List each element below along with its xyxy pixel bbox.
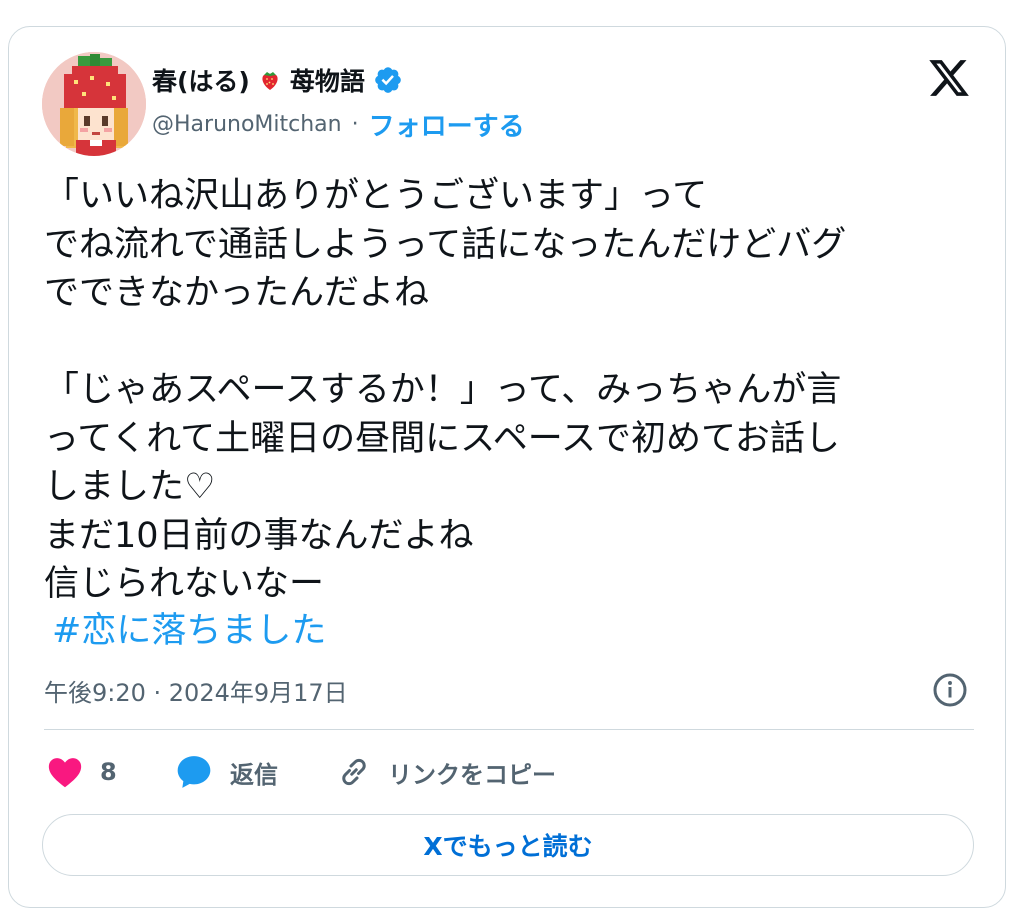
like-button[interactable]: 8 xyxy=(46,746,117,798)
copy-link-button[interactable]: リンクをコピー xyxy=(336,746,556,798)
avatar-pixel-art-icon xyxy=(42,52,146,156)
author-handle[interactable]: @HarunoMitchan xyxy=(152,112,342,137)
reply-bubble-icon xyxy=(177,756,211,788)
reply-label: 返信 xyxy=(230,760,278,789)
like-count: 8 xyxy=(100,758,117,786)
x-logo-icon[interactable] xyxy=(926,56,972,100)
tweet-timestamp[interactable]: 午後9:20 · 2024年9月17日 xyxy=(44,670,348,710)
tweet-text: 「いいね沢山ありがとうございます」って でね流れで通話しようって話になったんだけ… xyxy=(44,176,847,604)
author-name-row[interactable]: 春(はる) 苺物語 xyxy=(152,58,403,102)
info-icon[interactable] xyxy=(932,672,968,708)
follow-button[interactable]: フォローする xyxy=(369,106,525,143)
avatar[interactable] xyxy=(42,52,146,156)
reply-button[interactable]: 返信 xyxy=(174,746,278,798)
hashtag-link[interactable]: #恋に落ちました xyxy=(52,607,326,655)
strawberry-emoji-icon xyxy=(262,72,278,90)
link-icon xyxy=(342,758,366,786)
read-more-on-x-button[interactable]: Xでもっと読む xyxy=(42,814,974,876)
author-handle-row: @HarunoMitchan · フォローする xyxy=(152,104,525,144)
copy-link-label: リンクをコピー xyxy=(388,760,556,789)
read-more-label: Xでもっと読む xyxy=(423,832,593,861)
author-name-suffix[interactable]: 苺物語 xyxy=(290,62,365,98)
heart-icon xyxy=(48,758,82,788)
divider xyxy=(44,729,974,730)
separator-dot: · xyxy=(351,111,359,137)
author-display-name[interactable]: 春(はる) xyxy=(152,62,250,98)
verified-badge-icon[interactable] xyxy=(373,65,403,95)
